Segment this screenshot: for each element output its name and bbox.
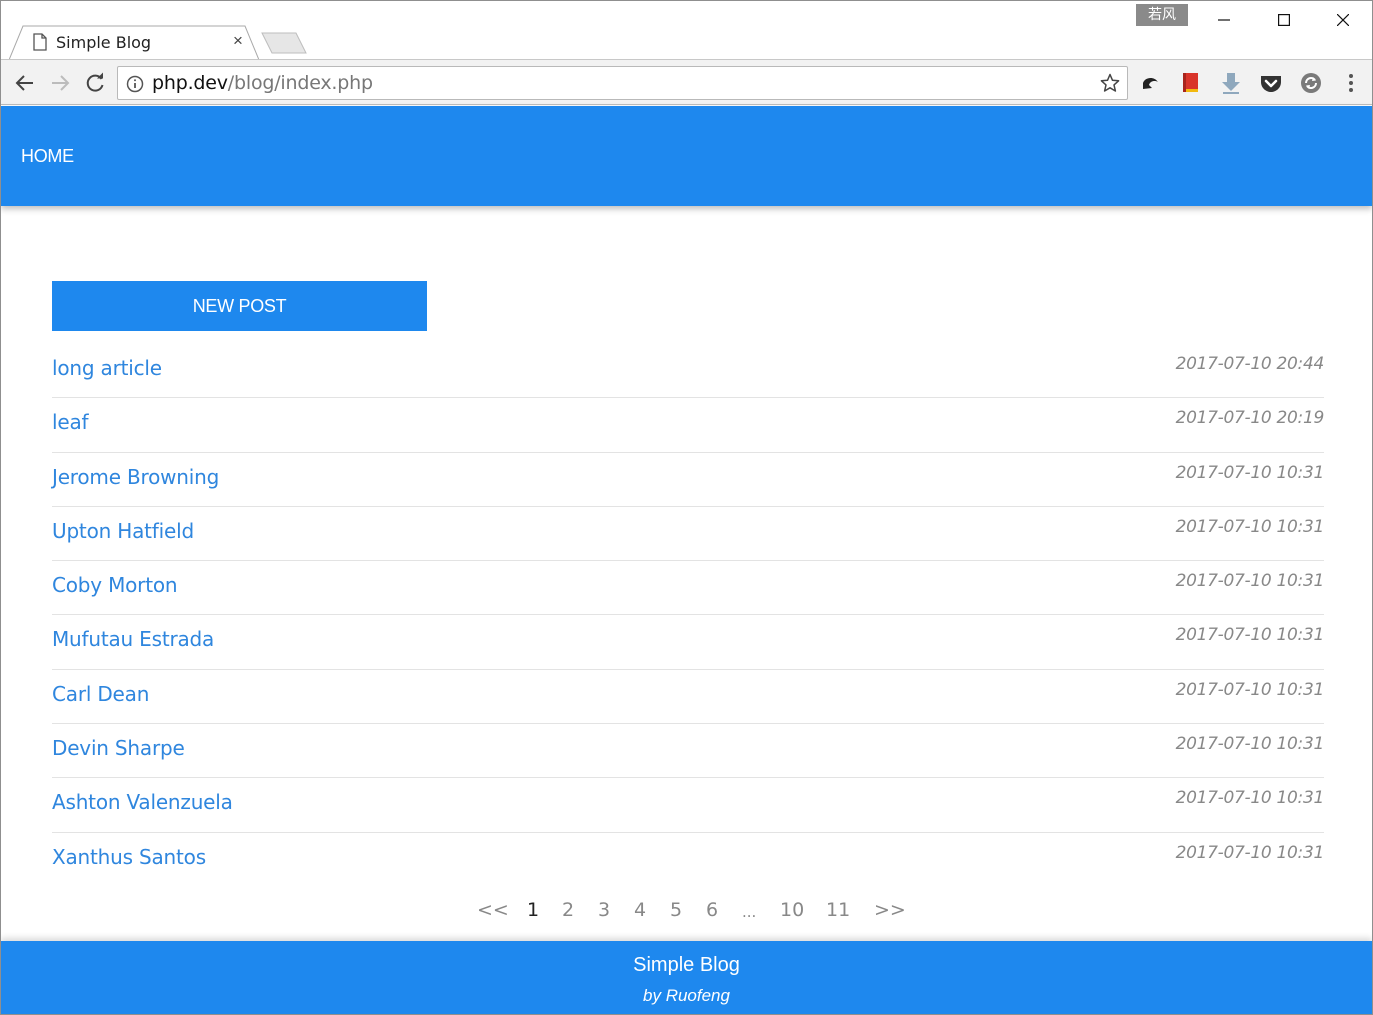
bookmark-extension-icon[interactable]	[1179, 71, 1203, 95]
menu-icon[interactable]	[1339, 71, 1363, 95]
browser-toolbar: php.dev/blog/index.php	[1, 59, 1372, 105]
post-title-link[interactable]: Xanthus Santos	[52, 845, 206, 869]
list-item: Coby Morton 2017-07-10 10:31	[52, 561, 1325, 616]
post-title-link[interactable]: Jerome Browning	[52, 465, 219, 489]
nav-home-link[interactable]: HOME	[21, 146, 74, 167]
list-item: Carl Dean 2017-07-10 10:31	[52, 670, 1325, 725]
maximize-button[interactable]	[1261, 7, 1307, 33]
download-extension-icon[interactable]	[1219, 71, 1243, 95]
post-title-link[interactable]: Coby Morton	[52, 573, 178, 597]
maximize-icon	[1278, 14, 1290, 26]
list-item: long article 2017-07-10 20:44	[52, 344, 1325, 399]
post-title-link[interactable]: Devin Sharpe	[52, 736, 185, 760]
pocket-extension-icon[interactable]	[1259, 71, 1283, 95]
url-path: /blog/index.php	[227, 72, 373, 94]
list-item: Ashton Valenzuela 2017-07-10 10:31	[52, 778, 1325, 833]
post-title-link[interactable]: Ashton Valenzuela	[52, 790, 233, 814]
post-title-link[interactable]: long article	[52, 356, 162, 380]
post-list: long article 2017-07-10 20:44 leaf 2017-…	[52, 344, 1324, 887]
site-header: HOME	[1, 106, 1372, 206]
post-title-link[interactable]: Mufutau Estrada	[52, 627, 214, 651]
address-bar[interactable]: php.dev/blog/index.php	[117, 66, 1128, 100]
reload-icon[interactable]	[82, 70, 108, 96]
window-close-button[interactable]	[1320, 7, 1366, 33]
footer-title: Simple Blog	[633, 954, 740, 976]
undo-extension-icon[interactable]	[1139, 71, 1163, 95]
new-tab-button[interactable]	[260, 32, 308, 54]
close-icon[interactable]: ×	[229, 30, 247, 52]
sync-extension-icon[interactable]	[1299, 71, 1323, 95]
site-footer: Simple Blog by Ruofeng	[1, 941, 1372, 1014]
info-icon[interactable]	[126, 75, 144, 93]
post-timestamp: 2017-07-10 10:31	[1175, 842, 1325, 863]
list-item: Devin Sharpe 2017-07-10 10:31	[52, 724, 1325, 779]
pagination-page-current[interactable]: 1	[527, 899, 539, 921]
footer-byline: by Ruofeng	[643, 986, 730, 1005]
post-title-link[interactable]: Upton Hatfield	[52, 519, 194, 543]
pagination-page[interactable]: 4	[634, 899, 646, 921]
post-timestamp: 2017-07-10 20:44	[1175, 354, 1325, 374]
post-timestamp: 2017-07-10 10:31	[1175, 734, 1325, 755]
star-icon[interactable]	[1100, 73, 1120, 93]
pagination: << 1 2 3 4 5 6 ... 10 11 >>	[1, 899, 1372, 925]
minimize-button[interactable]	[1201, 7, 1247, 33]
minimize-icon	[1218, 19, 1230, 21]
pagination-ellipsis: ...	[742, 903, 757, 921]
ime-badge: 若风	[1136, 4, 1188, 26]
list-item: leaf 2017-07-10 20:19	[52, 398, 1325, 453]
url-text[interactable]: php.dev/blog/index.php	[152, 72, 373, 94]
post-timestamp: 2017-07-10 10:31	[1175, 462, 1325, 483]
new-post-button[interactable]: NEW POST	[52, 281, 427, 331]
pagination-page[interactable]: 6	[706, 899, 718, 921]
list-item: Upton Hatfield 2017-07-10 10:31	[52, 507, 1325, 562]
tab-title: Simple Blog	[56, 33, 152, 52]
window-close-icon	[1337, 14, 1349, 26]
post-timestamp: 2017-07-10 10:31	[1175, 679, 1325, 700]
tab-strip: Simple Blog × 若风	[1, 1, 1372, 60]
post-title-link[interactable]: leaf	[52, 410, 89, 434]
pagination-next[interactable]: >>	[874, 899, 906, 921]
list-item: Xanthus Santos 2017-07-10 10:31	[52, 833, 1324, 887]
post-timestamp: 2017-07-10 10:31	[1175, 516, 1325, 537]
pagination-page[interactable]: 3	[598, 899, 610, 921]
url-host: php.dev	[152, 72, 228, 94]
post-timestamp: 2017-07-10 20:19	[1175, 408, 1325, 429]
tab-simple-blog[interactable]: Simple Blog ×	[9, 25, 259, 60]
post-title-link[interactable]: Carl Dean	[52, 682, 149, 706]
list-item: Mufutau Estrada 2017-07-10 10:31	[52, 615, 1325, 670]
forward-icon[interactable]	[47, 70, 73, 96]
page-icon	[33, 33, 47, 51]
pagination-page[interactable]: 5	[670, 899, 682, 921]
back-icon[interactable]	[12, 70, 38, 96]
pagination-page[interactable]: 10	[780, 899, 804, 921]
list-item: Jerome Browning 2017-07-10 10:31	[52, 453, 1324, 507]
browser-window: Simple Blog × 若风 php.dev/blog/index.php …	[0, 0, 1373, 1015]
post-timestamp: 2017-07-10 10:31	[1175, 625, 1325, 646]
page-content: HOME NEW POST long article 2017-07-10 20…	[1, 106, 1372, 1014]
pagination-page[interactable]: 11	[826, 899, 850, 921]
pagination-page[interactable]: 2	[562, 899, 574, 921]
pagination-prev[interactable]: <<	[477, 899, 509, 921]
post-timestamp: 2017-07-10 10:31	[1175, 788, 1325, 809]
post-timestamp: 2017-07-10 10:31	[1175, 571, 1325, 592]
